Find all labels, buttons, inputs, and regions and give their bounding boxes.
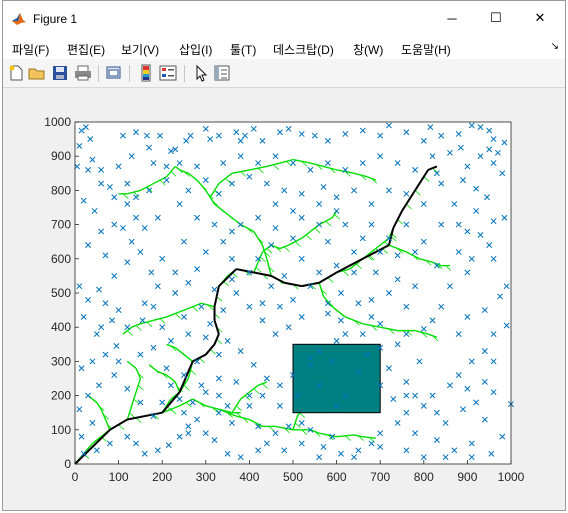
y-tick-label: 900	[51, 149, 71, 163]
matlab-logo-icon	[12, 13, 26, 25]
save-icon[interactable]	[51, 64, 69, 82]
menu-insert[interactable]: 삽입(I)	[179, 41, 212, 58]
x-tick-label: 900	[457, 470, 477, 484]
toolbar-separator	[129, 65, 130, 82]
y-tick-label: 0	[64, 457, 71, 471]
new-figure-icon[interactable]	[7, 64, 25, 82]
x-tick-label: 200	[152, 470, 172, 484]
menu-file[interactable]: 파일(F)	[12, 41, 49, 58]
x-tick-label: 500	[283, 470, 303, 484]
insert-colorbar-icon[interactable]	[137, 64, 155, 82]
link-plot-icon[interactable]	[105, 64, 123, 82]
minimize-icon: ─	[447, 10, 457, 26]
window-title: Figure 1	[33, 12, 78, 26]
toolbar-separator	[184, 65, 185, 82]
open-file-icon[interactable]	[28, 64, 46, 82]
menu-edit[interactable]: 편집(E)	[67, 41, 105, 58]
menu-window[interactable]: 창(W)	[353, 41, 383, 58]
menu-tools[interactable]: 툴(T)	[230, 41, 256, 58]
maximize-icon: ☐	[490, 10, 502, 25]
y-tick-label: 100	[51, 423, 71, 437]
y-tick-label: 800	[51, 183, 71, 197]
menu-view[interactable]: 보기(V)	[121, 41, 159, 58]
x-tick-label: 100	[109, 470, 129, 484]
property-inspector-icon[interactable]	[213, 64, 231, 82]
menu-help[interactable]: 도움말(H)	[401, 41, 451, 58]
y-tick-label: 400	[51, 320, 71, 334]
figure-canvas[interactable]: 0 100 200 300 400 500 600 700 800 900 1000 0 100 200…	[3, 88, 565, 508]
maximize-button[interactable]: ☐	[473, 1, 519, 35]
dock-arrow-icon[interactable]: ↘	[551, 41, 559, 52]
rrt-plot: 0 100 200 300 400 500 600 700 800 900 1000 0 100 200…	[44, 115, 525, 484]
y-tick-label: 600	[51, 252, 71, 266]
x-tick-label: 1000	[498, 470, 525, 484]
minimize-button[interactable]: ─	[429, 1, 475, 35]
toolbar-separator	[98, 65, 99, 82]
x-tick-label: 0	[72, 470, 79, 484]
x-tick-label: 800	[414, 470, 434, 484]
x-tick-label: 600	[327, 470, 347, 484]
y-tick-label: 500	[51, 286, 71, 300]
edit-plot-icon[interactable]	[192, 64, 210, 82]
close-icon: ✕	[534, 10, 546, 25]
menu-bar: 파일(F) 편집(E) 보기(V) 삽입(I) 툴(T) 데스크탑(D) 창(W…	[3, 37, 565, 59]
close-button[interactable]: ✕	[517, 1, 563, 35]
title-bar[interactable]: Figure 1 ─ ☐ ✕	[3, 1, 565, 37]
insert-legend-icon[interactable]	[159, 64, 177, 82]
x-tick-label: 400	[239, 470, 259, 484]
figure-window: Figure 1 ─ ☐ ✕ 파일(F) 편집(E) 보기(V) 삽입(I) 툴…	[2, 0, 566, 511]
menu-desktop[interactable]: 데스크탑(D)	[273, 41, 334, 58]
print-icon[interactable]	[74, 64, 92, 82]
y-tick-label: 200	[51, 389, 71, 403]
x-tick-label: 700	[370, 470, 390, 484]
y-tick-label: 1000	[44, 115, 71, 129]
x-tick-label: 300	[196, 470, 216, 484]
y-tick-label: 300	[51, 354, 71, 368]
y-axis-ticks: 0 100 200 300 400 500 600 700 800 900 1000	[44, 115, 79, 471]
figure-toolbar	[3, 59, 565, 88]
y-tick-label: 700	[51, 218, 71, 232]
